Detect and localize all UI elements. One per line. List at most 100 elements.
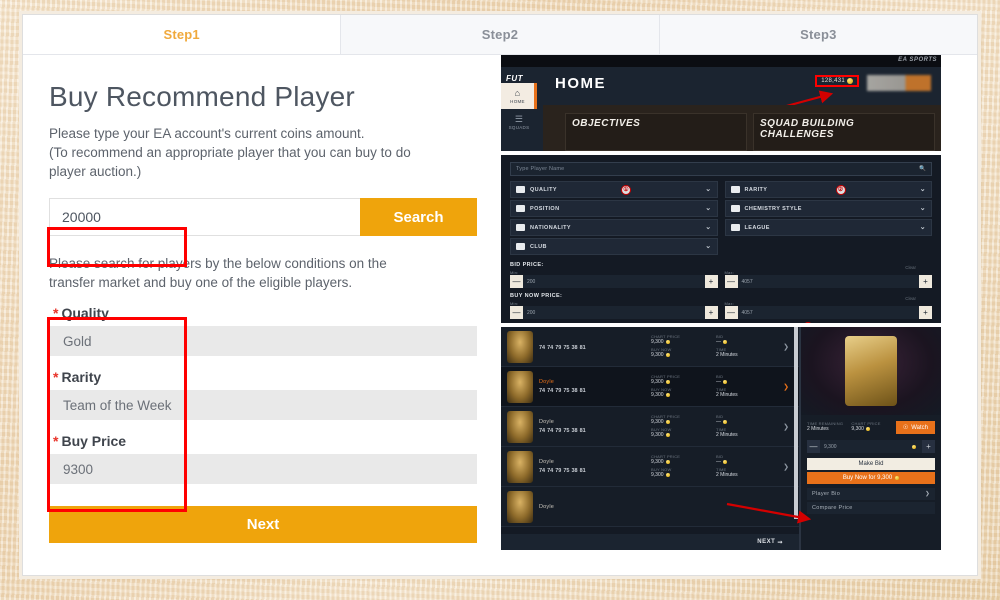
next-page-button[interactable]: NEXT ➞ bbox=[501, 534, 799, 550]
table-row[interactable]: Doyle 74 74 79 75 38 81 CHART PRICE 9,30… bbox=[501, 447, 799, 487]
buy-now-value: 9,300 bbox=[651, 352, 680, 358]
home-screen: FUT ⌂ HOME ☰ SQUADS HOME 128,431 OBJECTI… bbox=[501, 67, 941, 151]
tile-objectives[interactable]: OBJECTIVES bbox=[565, 113, 747, 151]
chevron-down-icon[interactable]: ⌄ bbox=[920, 205, 926, 212]
filter-label: LEAGUE bbox=[744, 224, 770, 231]
coins-amount-value: 128,431 bbox=[821, 78, 845, 84]
list-scrollbar[interactable] bbox=[794, 327, 798, 519]
compare-price-row[interactable]: Compare Price bbox=[807, 502, 935, 514]
step-badge-1: ① bbox=[621, 184, 632, 195]
filter-position[interactable]: POSITION ⌄ bbox=[510, 200, 718, 217]
player-name-search-input[interactable]: Type Player Name 🔍 bbox=[510, 162, 932, 176]
table-row[interactable]: Doyle 74 74 79 75 38 81 CHART PRICE 9,30… bbox=[501, 407, 799, 447]
plus-icon[interactable]: + bbox=[919, 275, 932, 288]
player-bio-row[interactable]: Player Bio ❯ bbox=[807, 488, 935, 500]
player-stats: 74 74 79 75 38 81 bbox=[539, 388, 586, 394]
search-button[interactable]: Search bbox=[360, 198, 477, 236]
bid-price-title: BID PRICE: bbox=[510, 262, 544, 268]
filter-column-right: RARITY ② ⌄ CHEMISTRY STYLE ⌄ LEAGUE ⌄ bbox=[724, 181, 932, 257]
player-card-icon bbox=[507, 490, 533, 523]
next-page-label: NEXT bbox=[757, 539, 776, 545]
chevron-down-icon[interactable]: ⌄ bbox=[705, 243, 711, 250]
chevron-right-icon[interactable]: ❯ bbox=[783, 383, 789, 391]
chevron-right-icon[interactable]: ❯ bbox=[783, 423, 789, 431]
wizard-body: Buy Recommend Player Please type your EA… bbox=[23, 55, 977, 576]
player-stats: 74 74 79 75 38 81 bbox=[539, 345, 586, 351]
table-row[interactable]: Doyle bbox=[501, 487, 799, 527]
step-badge-3: ③ bbox=[802, 322, 813, 323]
ea-topbar: EA SPORTS bbox=[501, 55, 941, 67]
buy-now-max-stepper[interactable]: — 4057 + bbox=[724, 306, 932, 319]
plus-icon[interactable]: + bbox=[919, 306, 932, 319]
time-value: 2 Minutes bbox=[716, 432, 738, 438]
chevron-down-icon[interactable]: ⌄ bbox=[920, 186, 926, 193]
buy-price-value: 9300 bbox=[49, 454, 477, 484]
minus-icon[interactable]: — bbox=[807, 440, 820, 453]
chevron-down-icon[interactable]: ⌄ bbox=[705, 224, 711, 231]
minus-icon[interactable]: — bbox=[510, 275, 523, 288]
lead-text: Please type your EA account's current co… bbox=[49, 124, 477, 181]
nationality-icon bbox=[516, 224, 525, 231]
minus-icon[interactable]: — bbox=[724, 275, 738, 288]
coin-icon bbox=[723, 460, 727, 464]
player-results-list[interactable]: 74 74 79 75 38 81 CHART PRICE 9,300 BUY … bbox=[501, 327, 801, 550]
ea-sports-logo: EA SPORTS bbox=[898, 57, 937, 63]
conditions-line-2: transfer market and buy one of the eligi… bbox=[49, 275, 353, 290]
tab-step3[interactable]: Step3 bbox=[659, 15, 977, 54]
filter-club[interactable]: CLUB ⌄ bbox=[510, 238, 718, 255]
conditions-text: Please search for players by the below c… bbox=[49, 254, 477, 292]
make-bid-button[interactable]: Make Bid bbox=[807, 458, 935, 470]
bid-min-stepper[interactable]: — 200 + bbox=[510, 275, 718, 288]
plus-icon[interactable]: + bbox=[922, 440, 935, 453]
coin-icon bbox=[847, 78, 853, 84]
tab-step2[interactable]: Step2 bbox=[341, 15, 660, 54]
plus-icon[interactable]: + bbox=[704, 306, 718, 319]
player-name: Doyle bbox=[539, 503, 555, 510]
filter-rarity[interactable]: RARITY ② ⌄ bbox=[724, 181, 932, 198]
table-row[interactable]: 74 74 79 75 38 81 CHART PRICE 9,300 BUY … bbox=[501, 327, 799, 367]
rarity-label: * Rarity bbox=[53, 369, 102, 385]
stat: 79 bbox=[555, 468, 562, 474]
chevron-right-icon[interactable]: ❯ bbox=[783, 463, 789, 471]
chevron-down-icon[interactable]: ⌄ bbox=[705, 186, 711, 193]
time-value: 2 Minutes bbox=[716, 392, 738, 398]
stat: 38 bbox=[571, 345, 578, 351]
filter-league[interactable]: LEAGUE ⌄ bbox=[724, 219, 932, 236]
coin-icon bbox=[723, 420, 727, 424]
player-card-icon bbox=[507, 410, 533, 443]
chart-price-value: 9,300 bbox=[651, 459, 680, 465]
clear-button[interactable]: Clear bbox=[905, 296, 916, 301]
buy-now-min-stepper[interactable]: — 200 + bbox=[510, 306, 718, 319]
tab-step1[interactable]: Step1 bbox=[23, 15, 342, 54]
bid-amount-stepper[interactable]: — 9,300 + bbox=[807, 440, 935, 453]
position-icon bbox=[516, 205, 525, 212]
search-icon[interactable]: 🔍 bbox=[919, 166, 926, 172]
table-row[interactable]: Doyle 74 74 79 75 38 81 CHART PRICE 9,30… bbox=[501, 367, 799, 407]
sidebar-item-squads[interactable]: ☰ SQUADS bbox=[501, 109, 537, 135]
bid-max-stepper[interactable]: — 4057 + bbox=[724, 275, 932, 288]
clear-button[interactable]: Clear bbox=[905, 265, 916, 270]
chevron-right-icon[interactable]: ❯ bbox=[783, 343, 789, 351]
stat: 38 bbox=[571, 428, 578, 434]
minus-icon[interactable]: — bbox=[724, 306, 738, 319]
coins-amount-input[interactable] bbox=[49, 198, 360, 236]
coin-icon bbox=[723, 380, 727, 384]
filter-quality[interactable]: QUALITY ① ⌄ bbox=[510, 181, 718, 198]
bid-value: — bbox=[716, 459, 738, 465]
coin-icon bbox=[665, 420, 670, 424]
screenshot-filters-panel: Type Player Name 🔍 QUALITY ① ⌄ POSITION … bbox=[501, 155, 941, 323]
minus-icon[interactable]: — bbox=[510, 306, 523, 319]
buy-now-max: Max: Clear — 4057 + ③ bbox=[724, 296, 932, 323]
buy-now-price-row: Min: — 200 + Max: Clear — 4057 + bbox=[510, 296, 932, 323]
filter-chemistry-style[interactable]: CHEMISTRY STYLE ⌄ bbox=[724, 200, 932, 217]
price-cell: CHART PRICE 9,300 BUY NOW 9,300 bbox=[651, 454, 680, 480]
sidebar-item-home[interactable]: ⌂ HOME bbox=[501, 83, 537, 109]
filter-nationality[interactable]: NATIONALITY ⌄ bbox=[510, 219, 718, 236]
tile-squad-building-challenges[interactable]: SQUAD BUILDING CHALLENGES bbox=[753, 113, 935, 151]
plus-icon[interactable]: + bbox=[704, 275, 718, 288]
buy-now-button[interactable]: Buy Now for 9,300 bbox=[807, 472, 935, 484]
chevron-down-icon[interactable]: ⌄ bbox=[705, 205, 711, 212]
watch-button[interactable]: ☉ Watch bbox=[895, 421, 936, 434]
next-button[interactable]: Next bbox=[49, 506, 477, 543]
chevron-down-icon[interactable]: ⌄ bbox=[920, 224, 926, 231]
